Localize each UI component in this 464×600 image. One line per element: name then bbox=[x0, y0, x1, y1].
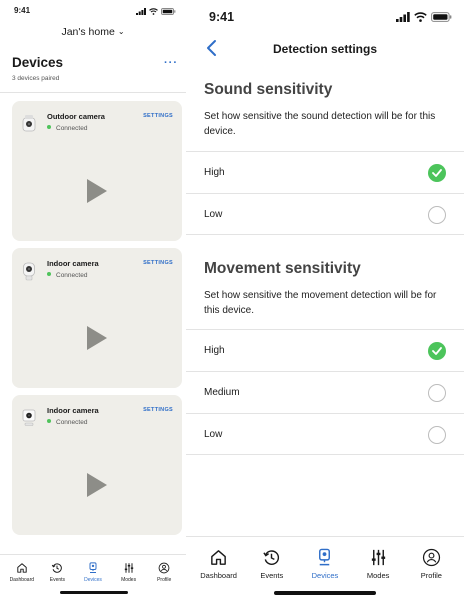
tab-dashboard[interactable]: Dashboard bbox=[5, 562, 39, 600]
indoor-camera-icon bbox=[23, 262, 35, 281]
radio-unchecked-icon[interactable] bbox=[428, 206, 446, 224]
wifi-icon bbox=[414, 12, 427, 22]
tab-label: Events bbox=[260, 571, 284, 580]
movement-option-medium[interactable]: Medium bbox=[186, 371, 464, 413]
devices-count: 3 devices paired bbox=[12, 75, 60, 82]
device-card[interactable]: Indoor camera Connected SETTINGS bbox=[12, 248, 182, 388]
device-name: Indoor camera bbox=[47, 259, 99, 268]
camera-icon bbox=[89, 562, 97, 573]
device-settings-link[interactable]: SETTINGS bbox=[143, 113, 173, 119]
home-icon bbox=[17, 563, 27, 573]
device-card[interactable]: Indoor camera Connected SETTINGS bbox=[12, 395, 182, 535]
signal-icon bbox=[136, 7, 146, 15]
status-dot-icon bbox=[47, 125, 51, 129]
movement-sensitivity-title: Movement sensitivity bbox=[204, 260, 361, 277]
divider bbox=[0, 92, 186, 93]
movement-sensitivity-options: High Medium Low bbox=[186, 329, 464, 455]
status-time: 9:41 bbox=[209, 10, 235, 24]
tab-modes[interactable]: Modes bbox=[112, 562, 146, 600]
system-icons bbox=[136, 7, 176, 15]
status-dot-icon bbox=[47, 272, 51, 276]
profile-icon bbox=[158, 562, 170, 574]
page-title: Detection settings bbox=[272, 42, 377, 56]
radio-unchecked-icon[interactable] bbox=[428, 384, 446, 402]
status-dot-icon bbox=[47, 419, 51, 423]
movement-option-low[interactable]: Low bbox=[186, 413, 464, 455]
chevron-down-icon: ⌄ bbox=[117, 27, 125, 36]
detection-settings-screen: 9:41 Detection settings Sound sensitivit… bbox=[186, 0, 464, 600]
play-icon[interactable] bbox=[87, 473, 107, 497]
tab-dashboard[interactable]: Dashboard bbox=[194, 548, 244, 600]
tab-profile[interactable]: Profile bbox=[406, 548, 456, 600]
device-status-label: Connected bbox=[56, 272, 88, 279]
home-icon bbox=[211, 550, 226, 565]
play-icon[interactable] bbox=[87, 179, 107, 203]
device-card[interactable]: Outdoor camera Connected SETTINGS bbox=[12, 101, 182, 241]
wifi-icon bbox=[149, 7, 158, 15]
outdoor-camera-icon bbox=[22, 115, 36, 132]
tab-profile[interactable]: Profile bbox=[147, 562, 181, 600]
indoor-camera-icon bbox=[22, 409, 36, 426]
device-status-label: Connected bbox=[56, 125, 88, 132]
status-bar: 9:41 bbox=[186, 0, 464, 30]
device-status: Connected bbox=[47, 125, 87, 132]
tab-label: Devices bbox=[84, 577, 102, 583]
history-icon bbox=[52, 563, 63, 573]
page-title: Devices bbox=[12, 55, 64, 70]
history-icon bbox=[263, 550, 280, 565]
home-indicator bbox=[60, 591, 128, 594]
tab-label: Dashboard bbox=[200, 571, 237, 580]
option-label: Low bbox=[204, 209, 223, 220]
system-icons bbox=[396, 12, 452, 22]
device-status: Connected bbox=[47, 272, 87, 279]
tab-events[interactable]: Events bbox=[40, 562, 74, 600]
more-options-icon[interactable]: ··· bbox=[164, 57, 178, 69]
sound-sensitivity-options: High Low bbox=[186, 151, 464, 235]
tab-label: Devices bbox=[311, 571, 339, 580]
device-status-label: Connected bbox=[56, 419, 88, 426]
tab-label: Dashboard bbox=[9, 577, 35, 583]
play-icon[interactable] bbox=[87, 326, 107, 350]
option-label: High bbox=[204, 345, 225, 356]
profile-icon bbox=[422, 548, 440, 567]
option-label: Medium bbox=[204, 387, 240, 398]
tab-label: Events bbox=[49, 577, 66, 583]
movement-option-high[interactable]: High bbox=[186, 329, 464, 371]
device-status: Connected bbox=[47, 419, 87, 426]
home-indicator bbox=[274, 591, 376, 595]
sound-sensitivity-description: Set how sensitive the sound detection wi… bbox=[204, 111, 436, 137]
sound-sensitivity-title: Sound sensitivity bbox=[204, 81, 333, 98]
device-name: Outdoor camera bbox=[47, 112, 105, 121]
signal-icon bbox=[396, 12, 410, 22]
device-settings-link[interactable]: SETTINGS bbox=[143, 260, 173, 266]
sound-option-low[interactable]: Low bbox=[186, 193, 464, 235]
option-label: Low bbox=[204, 429, 223, 440]
sliders-icon bbox=[124, 563, 133, 573]
home-selector-label: Jan's home bbox=[61, 26, 115, 38]
tab-label: Profile bbox=[420, 571, 442, 580]
tab-label: Modes bbox=[366, 571, 390, 580]
sliders-icon bbox=[371, 549, 385, 566]
tab-label: Profile bbox=[157, 577, 172, 583]
tab-devices[interactable]: Devices bbox=[76, 562, 110, 600]
battery-icon bbox=[161, 7, 176, 15]
status-time: 9:41 bbox=[14, 6, 31, 15]
status-bar: 9:41 bbox=[0, 0, 186, 22]
radio-checked-icon[interactable] bbox=[428, 342, 446, 360]
movement-sensitivity-description: Set how sensitive the movement detection… bbox=[204, 290, 437, 316]
battery-icon bbox=[431, 12, 452, 22]
radio-checked-icon[interactable] bbox=[428, 164, 446, 182]
radio-unchecked-icon[interactable] bbox=[428, 426, 446, 444]
camera-icon bbox=[319, 548, 331, 566]
option-label: High bbox=[204, 167, 225, 178]
sound-option-high[interactable]: High bbox=[186, 151, 464, 193]
device-name: Indoor camera bbox=[47, 406, 99, 415]
device-settings-link[interactable]: SETTINGS bbox=[143, 407, 173, 413]
devices-screen: 9:41 Jan's home ⌄ Devices 3 devices paire… bbox=[0, 0, 186, 600]
tab-label: Modes bbox=[121, 577, 137, 583]
home-selector[interactable]: Jan's home ⌄ bbox=[0, 26, 186, 38]
